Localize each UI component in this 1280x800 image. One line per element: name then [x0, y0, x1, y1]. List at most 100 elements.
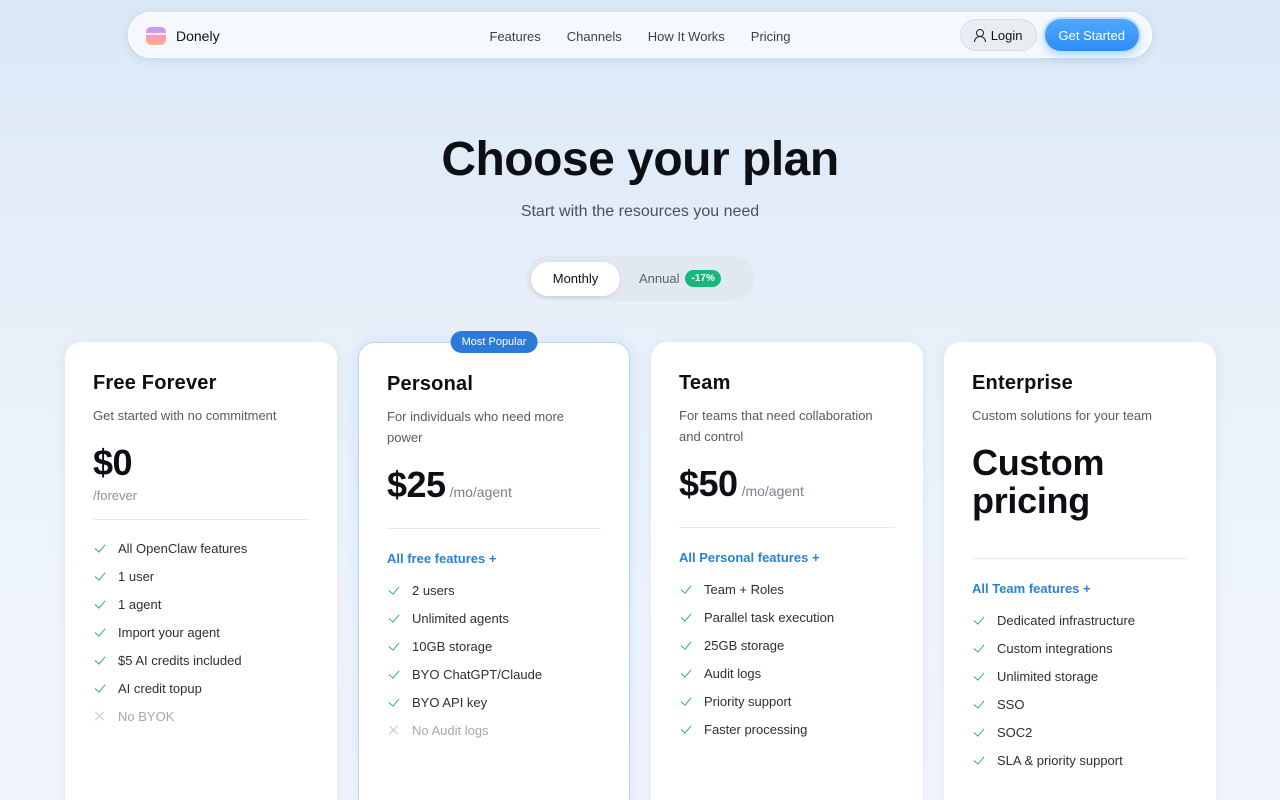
feature-item: Team + Roles [679, 575, 895, 603]
plan-description: Get started with no commitment [93, 408, 277, 423]
check-icon [679, 610, 693, 624]
check-icon [972, 725, 986, 739]
check-icon [972, 753, 986, 767]
plan-description: Custom solutions for your team [972, 408, 1152, 423]
feature-list: Team + Roles Parallel task execution 25G… [679, 575, 895, 743]
check-icon [679, 722, 693, 736]
plan-price: $25 [387, 464, 446, 505]
plan-period: /mo/agent [741, 483, 804, 499]
billing-annual-label: Annual [639, 271, 680, 286]
x-icon [93, 709, 107, 723]
check-icon [93, 541, 107, 555]
nav-link-pricing[interactable]: Pricing [738, 29, 804, 44]
plan-name: Team [679, 372, 731, 394]
login-label: Login [990, 27, 1023, 43]
price-row: $50 /mo/agent [679, 463, 895, 505]
divider [972, 558, 1188, 559]
plan-period: /mo/agent [449, 484, 512, 500]
check-icon [972, 669, 986, 683]
plan-price: Custom pricing [972, 442, 1105, 521]
check-icon [387, 583, 401, 597]
feature-item: Dedicated infrastructure [972, 606, 1188, 634]
divider [387, 528, 601, 529]
check-icon [93, 653, 107, 667]
page-subtitle: Start with the resources you need [520, 203, 760, 220]
check-icon [387, 639, 401, 653]
plan-card-free: Free Forever Get started with no commitm… [65, 342, 337, 800]
feature-item-excluded: No Audit logs [387, 716, 601, 744]
check-icon [387, 695, 401, 709]
price-row: $25 /mo/agent [387, 464, 601, 506]
includes-label: All Personal features + [679, 550, 820, 565]
feature-item: Faster processing [679, 715, 895, 743]
check-icon [93, 597, 107, 611]
nav-actions: Login Get Started [959, 19, 1139, 51]
nav-link-features[interactable]: Features [476, 29, 553, 44]
divider [679, 527, 895, 528]
includes-label: All Team features + [972, 581, 1091, 596]
plan-period: /forever [93, 488, 138, 503]
billing-annual-option[interactable]: Annual -17% [620, 270, 721, 287]
check-icon [679, 582, 693, 596]
feature-item: Import your agent [93, 618, 309, 646]
discount-badge: -17% [685, 270, 721, 287]
feature-item: SLA & priority support [972, 746, 1188, 774]
divider [93, 519, 309, 520]
check-icon [679, 666, 693, 680]
plan-name: Personal [387, 373, 474, 395]
feature-item: 10GB storage [387, 632, 601, 660]
plan-name: Free Forever [93, 372, 217, 394]
billing-monthly-option[interactable]: Monthly [531, 261, 620, 296]
brand-name: Donely [176, 28, 220, 44]
check-icon [93, 625, 107, 639]
plan-description: For individuals who need more power [387, 409, 565, 445]
check-icon [93, 569, 107, 583]
feature-list: 2 users Unlimited agents 10GB storage BY… [387, 576, 601, 744]
feature-item: 1 user [93, 562, 309, 590]
feature-list: All OpenClaw features 1 user 1 agent Imp… [93, 534, 309, 730]
feature-item: Unlimited storage [972, 662, 1188, 690]
feature-item: Unlimited agents [387, 604, 601, 632]
check-icon [387, 611, 401, 625]
login-button[interactable]: Login [959, 19, 1037, 51]
feature-item: 25GB storage [679, 631, 895, 659]
plan-card-team: Team For teams that need collaboration a… [651, 342, 923, 800]
feature-item: SOC2 [972, 718, 1188, 746]
user-icon [973, 29, 986, 42]
x-icon [387, 723, 401, 737]
nav-link-channels[interactable]: Channels [554, 29, 635, 44]
check-icon [972, 613, 986, 627]
feature-item-excluded: No BYOK [93, 702, 309, 730]
plan-name: Enterprise [972, 372, 1073, 394]
plan-card-enterprise: Enterprise Custom solutions for your tea… [944, 342, 1216, 800]
feature-item: BYO ChatGPT/Claude [387, 660, 601, 688]
check-icon [679, 638, 693, 652]
plan-description: For teams that need collaboration and co… [679, 408, 873, 444]
nav-link-how-it-works[interactable]: How It Works [635, 29, 738, 44]
billing-toggle: Monthly Annual -17% [526, 256, 754, 301]
feature-item: 2 users [387, 576, 601, 604]
most-popular-badge: Most Popular [450, 331, 538, 353]
check-icon [387, 667, 401, 681]
check-icon [679, 694, 693, 708]
top-navbar: Donely Features Channels How It Works Pr… [128, 12, 1152, 58]
feature-item: 1 agent [93, 590, 309, 618]
get-started-button[interactable]: Get Started [1044, 19, 1139, 51]
feature-list: Dedicated infrastructure Custom integrat… [972, 606, 1188, 774]
includes-label: All free features + [387, 551, 497, 566]
feature-item: Priority support [679, 687, 895, 715]
feature-item: Custom integrations [972, 634, 1188, 662]
plan-card-personal: Most Popular Personal For individuals wh… [358, 331, 630, 800]
feature-item: AI credit topup [93, 674, 309, 702]
feature-item: BYO API key [387, 688, 601, 716]
feature-item: Parallel task execution [679, 603, 895, 631]
plan-price: $50 [679, 463, 738, 504]
plan-price: $0 [93, 442, 133, 483]
feature-item: $5 AI credits included [93, 646, 309, 674]
check-icon [972, 641, 986, 655]
price-row: $0 [93, 442, 309, 484]
brand[interactable]: Donely [146, 13, 220, 59]
feature-item: All OpenClaw features [93, 534, 309, 562]
feature-item: Audit logs [679, 659, 895, 687]
donely-logo-icon [146, 27, 166, 45]
